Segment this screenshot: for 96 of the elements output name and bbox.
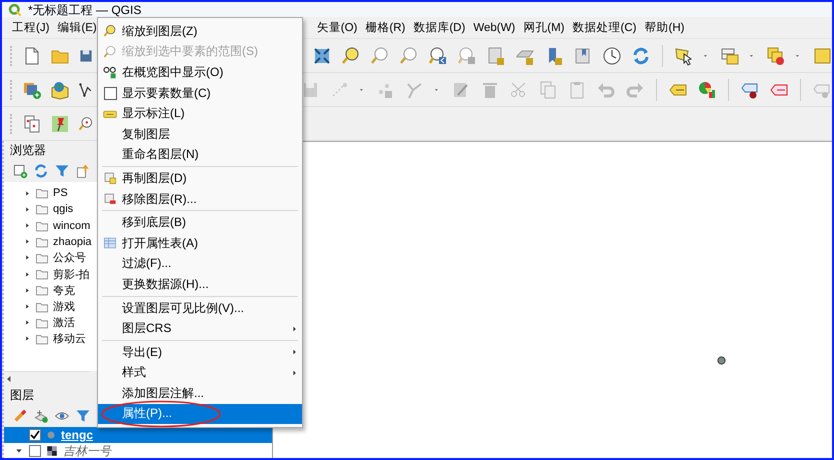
folder-label[interactable]: 移动云 <box>53 331 86 346</box>
folder-label[interactable]: 激活 <box>53 315 75 330</box>
expand-arrow-icon[interactable] <box>24 206 31 213</box>
folder-label[interactable]: wincom <box>53 220 90 232</box>
folder-label[interactable]: qgis <box>53 203 74 216</box>
menu-item[interactable]: 缩放到图层(Z) <box>98 21 302 42</box>
refresh-icon[interactable] <box>631 46 651 66</box>
menu-item[interactable]: 重命名图层(N) <box>98 144 302 166</box>
zoom-forward-icon[interactable] <box>457 46 477 66</box>
menu-bar-item[interactable]: 矢量(O) <box>312 20 362 35</box>
polyline-icon[interactable] <box>78 82 94 98</box>
menu-item[interactable]: 移到底层(B) <box>98 212 302 233</box>
zoom-full-icon[interactable] <box>312 46 332 66</box>
zoom-back-icon[interactable] <box>428 46 448 66</box>
table-icon <box>103 236 117 250</box>
zoom-icon[interactable] <box>341 46 361 66</box>
menu-item[interactable]: 移除图层(R)... <box>98 188 302 210</box>
menu-bar-item[interactable]: 栅格(R) <box>361 20 410 35</box>
menu-item[interactable]: 属性(P)... <box>98 404 302 424</box>
menu-item[interactable]: 添加图层注解... <box>98 383 302 404</box>
layers-icon[interactable] <box>766 46 786 66</box>
menu-bar-item[interactable]: 数据库(D) <box>409 20 470 35</box>
window-title: *无标题工程 — QGIS <box>28 2 142 16</box>
menu-bar-item[interactable]: 帮助(H) <box>640 20 688 35</box>
layer-name: tengc <box>61 428 94 442</box>
menu-bar-item[interactable]: Web(W) <box>469 22 520 34</box>
folder-label[interactable]: 夸克 <box>53 282 75 298</box>
layer-row[interactable]: tengc <box>4 427 272 443</box>
pages-icon[interactable] <box>22 114 42 134</box>
raster-icon <box>46 445 58 457</box>
pie-chart-icon[interactable] <box>697 80 717 100</box>
menu-bar-item[interactable]: 编辑(E) <box>53 20 101 35</box>
filter-icon[interactable] <box>54 163 70 180</box>
menu-item[interactable]: 导出(E) <box>98 342 302 362</box>
duplicate-layer-icon <box>103 171 117 186</box>
qgis-logo-icon <box>8 2 22 16</box>
zoom-icon <box>103 24 117 38</box>
expand-arrow-icon[interactable] <box>24 319 31 326</box>
folder-icon <box>35 186 49 200</box>
add-layer-icon[interactable] <box>33 408 49 424</box>
panel-title: 浏览器 <box>10 142 46 160</box>
upload-icon[interactable] <box>75 163 91 180</box>
remove-layer-icon <box>103 192 117 206</box>
expand-arrow-icon[interactable] <box>24 222 31 230</box>
clock-icon[interactable] <box>602 46 622 66</box>
menu-item[interactable]: 图层CRS <box>98 318 302 339</box>
menu-bar-item[interactable]: 工程(J) <box>8 20 54 35</box>
select-icon[interactable] <box>674 46 694 66</box>
map-point <box>717 356 726 365</box>
panel-title: 图层 <box>10 387 34 404</box>
save-icon[interactable] <box>78 48 94 64</box>
expand-arrow-icon[interactable] <box>15 447 23 455</box>
menu-item[interactable]: 过滤(F)... <box>98 254 302 274</box>
menu-bar-item[interactable]: 数据处理(C) <box>568 20 640 35</box>
folder-label[interactable]: 游戏 <box>53 299 75 314</box>
menu-item[interactable]: 显示标注(L) <box>98 103 302 124</box>
checkbox[interactable] <box>104 86 116 100</box>
square-icon[interactable] <box>812 46 832 66</box>
menu-item[interactable]: 显示要素数量(C) <box>98 82 302 104</box>
expand-arrow-icon[interactable] <box>24 270 31 278</box>
layer-row[interactable]: 吉林一号 <box>4 443 272 458</box>
expand-arrow-icon[interactable] <box>24 303 31 310</box>
table-icon[interactable] <box>720 46 740 66</box>
menu-item[interactable]: 复制图层 <box>98 124 302 145</box>
folder-icon <box>35 267 49 282</box>
folder-icon <box>35 202 49 216</box>
checkbox[interactable] <box>29 429 41 441</box>
expand-arrow-icon[interactable] <box>24 254 31 262</box>
zoom-icon <box>103 44 117 59</box>
menu-item[interactable]: 样式 <box>98 362 302 384</box>
layer-name: 吉林一号 <box>63 442 111 458</box>
folder-label[interactable]: PS <box>53 187 68 200</box>
folder-label[interactable]: 公众号 <box>53 250 86 266</box>
brush-icon[interactable] <box>12 408 28 424</box>
glasses-icon <box>103 65 117 80</box>
zoom-icon[interactable] <box>78 116 94 132</box>
expand-arrow-icon[interactable] <box>24 238 31 246</box>
globe-icon[interactable] <box>50 80 70 100</box>
map-pin-icon[interactable] <box>50 114 70 134</box>
menu-item[interactable]: 在概览图中显示(O) <box>98 62 302 83</box>
expand-arrow-icon[interactable] <box>24 335 31 342</box>
menu-bar-item[interactable]: 网孔(M) <box>519 20 569 35</box>
checkbox[interactable] <box>29 445 41 457</box>
add-icon[interactable] <box>12 163 28 180</box>
menu-item[interactable]: 更换数据源(H)... <box>98 274 302 295</box>
point-symbol-icon <box>46 430 56 440</box>
menu-item[interactable]: 设置图层可见比例(V)... <box>98 298 302 318</box>
folder-label[interactable]: 剪影-拍 <box>53 266 90 282</box>
menu-item[interactable]: 打开属性表(A) <box>98 232 302 254</box>
filter-icon[interactable] <box>75 408 91 424</box>
expand-arrow-icon[interactable] <box>24 190 31 197</box>
refresh-icon[interactable] <box>33 163 49 180</box>
expand-arrow-icon[interactable] <box>24 286 31 294</box>
folder-icon <box>35 283 49 298</box>
folder-label[interactable]: zhaopia <box>53 236 92 248</box>
menu-item[interactable]: 再制图层(D) <box>98 168 302 189</box>
